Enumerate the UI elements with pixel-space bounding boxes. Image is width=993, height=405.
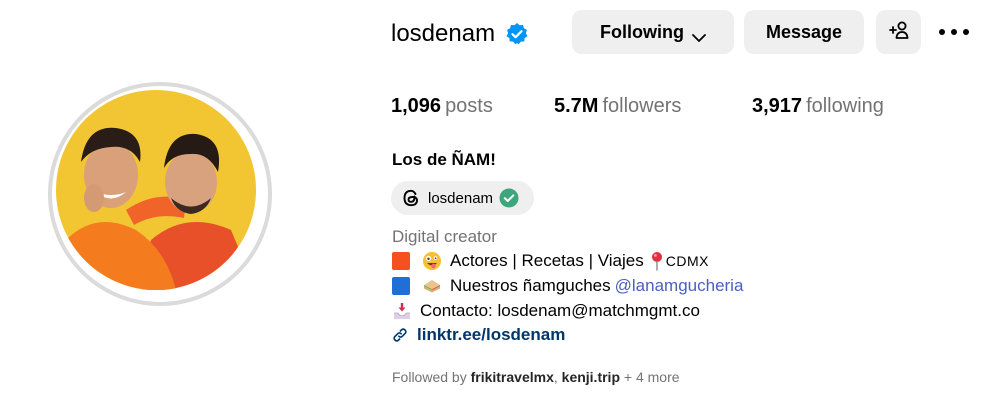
followers-count: 5.7M xyxy=(554,95,599,117)
followed-by-user-1[interactable]: frikitravelmx xyxy=(471,369,554,385)
following-label: following xyxy=(806,95,884,117)
threads-check-icon xyxy=(499,188,519,208)
profile-avatar[interactable] xyxy=(48,82,272,306)
chevron-down-icon xyxy=(692,27,706,42)
add-user-button[interactable] xyxy=(876,10,921,54)
posts-count: 1,096 xyxy=(391,95,442,117)
inbox-tray-icon xyxy=(392,301,412,321)
following-stat[interactable]: 3,917 following xyxy=(752,95,884,118)
bio-line-3: Contacto: losdenam@matchmgmt.co xyxy=(392,301,700,321)
followed-by-separator: , xyxy=(553,369,558,385)
bio-line-2: Nuestros ñamguches @lanamgucheria xyxy=(392,276,743,296)
avatar-photo xyxy=(56,90,256,290)
more-options-button[interactable] xyxy=(934,16,974,48)
profile-link-text[interactable]: linktr.ee/losdenam xyxy=(417,325,565,345)
followers-stat[interactable]: 5.7M followers xyxy=(554,95,681,118)
person-add-icon xyxy=(888,20,910,45)
following-button-label: Following xyxy=(600,21,684,42)
bio-mention-link[interactable]: @lanamgucheria xyxy=(615,276,744,296)
following-count: 3,917 xyxy=(752,95,803,117)
link-icon xyxy=(392,327,408,343)
bio-line-1-text: Actores | Recetas | Viajes xyxy=(450,251,644,270)
sandwich-icon xyxy=(422,276,442,296)
threads-icon xyxy=(401,188,421,208)
username: losdenam xyxy=(391,20,496,47)
round-pushpin-icon xyxy=(650,251,664,271)
posts-label: posts xyxy=(445,95,493,117)
blue-square-icon xyxy=(392,277,410,295)
zany-face-icon xyxy=(422,251,442,271)
followed-by[interactable]: Followed by frikitravelmx, kenji.trip + … xyxy=(392,369,680,385)
message-button-label: Message xyxy=(765,21,843,42)
more-options-icon xyxy=(938,23,970,41)
orange-square-icon xyxy=(392,252,410,270)
followed-by-more[interactable]: + 4 more xyxy=(624,369,680,385)
threads-badge[interactable]: losdenam xyxy=(391,181,534,215)
bio-location: CDMX xyxy=(665,253,709,269)
followed-by-prefix: Followed by xyxy=(392,369,467,385)
message-button[interactable]: Message xyxy=(744,10,864,54)
threads-handle: losdenam xyxy=(428,189,494,207)
username-row: losdenam xyxy=(391,13,529,55)
posts-stat: 1,096 posts xyxy=(391,95,493,118)
bio-contact: Contacto: losdenam@matchmgmt.co xyxy=(420,301,700,320)
followed-by-user-2[interactable]: kenji.trip xyxy=(562,369,620,385)
verified-badge-icon xyxy=(505,22,529,46)
following-button[interactable]: Following xyxy=(572,10,734,54)
bio-line-2-text: Nuestros ñamguches xyxy=(450,276,611,295)
followers-label: followers xyxy=(602,95,682,117)
profile-link[interactable]: linktr.ee/losdenam xyxy=(392,325,565,345)
category-label: Digital creator xyxy=(392,227,497,246)
full-name: Los de ÑAM! xyxy=(392,150,496,169)
bio-line-1: Actores | Recetas | Viajes CDMX xyxy=(392,251,709,271)
